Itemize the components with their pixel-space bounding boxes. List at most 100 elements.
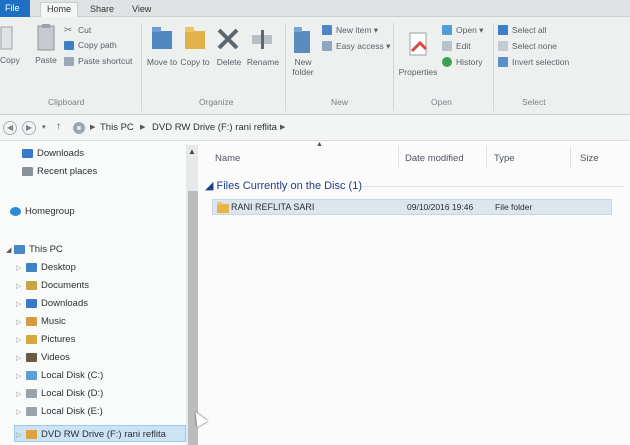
- ribbon-tabs: File Home Share View: [0, 0, 630, 18]
- cut-button[interactable]: Cut: [78, 25, 91, 35]
- invert-selection-button[interactable]: Invert selection: [512, 57, 569, 67]
- column-header-size[interactable]: Size: [580, 153, 598, 164]
- rename-button[interactable]: Rename: [246, 57, 280, 67]
- open-button[interactable]: Open ▾: [456, 25, 483, 36]
- nav-label: DVD RW Drive (F:) rani reflita: [41, 428, 166, 440]
- scroll-up-icon[interactable]: ▲: [188, 147, 196, 156]
- properties-button[interactable]: Properties: [396, 67, 440, 77]
- nav-item-downloads-favorite[interactable]: Downloads: [22, 145, 84, 161]
- nav-label: This PC: [29, 243, 63, 255]
- select-none-button[interactable]: Select none: [512, 41, 557, 51]
- history-icon: [442, 57, 452, 67]
- ribbon-separator: [393, 23, 394, 111]
- nav-label: Downloads: [41, 297, 88, 309]
- forward-button[interactable]: ▶: [22, 121, 36, 135]
- move-to-button[interactable]: Move to: [146, 57, 178, 67]
- rename-icon: [252, 30, 272, 49]
- hard-drive-icon: [26, 406, 37, 416]
- expand-icon[interactable]: ▷: [16, 300, 21, 308]
- paste-button[interactable]: Paste: [33, 55, 59, 65]
- history-button[interactable]: History: [456, 57, 482, 67]
- easy-access-label: Easy access: [336, 41, 384, 51]
- nav-label: Documents: [41, 279, 90, 291]
- new-item-button[interactable]: New item ▾: [336, 25, 378, 36]
- nav-item-pictures[interactable]: Pictures: [26, 331, 75, 347]
- column-separator[interactable]: [398, 146, 399, 168]
- clipboard-group-label: Clipboard: [48, 97, 85, 107]
- expand-icon[interactable]: ▷: [16, 431, 21, 439]
- nav-item-dvd-drive[interactable]: DVD RW Drive (F:) rani reflita: [26, 426, 166, 442]
- table-row[interactable]: RANI REFLITA SARI 09/10/2016 19:46 File …: [212, 199, 612, 215]
- nav-item-homegroup[interactable]: Homegroup: [10, 203, 75, 219]
- nav-item-this-pc[interactable]: This PC: [14, 241, 63, 257]
- nav-label: Downloads: [37, 147, 84, 159]
- nav-item-local-disk-e[interactable]: Local Disk (E:): [26, 403, 103, 419]
- column-header-name[interactable]: Name: [215, 153, 240, 164]
- expand-icon[interactable]: ▷: [16, 264, 21, 272]
- windows-drive-icon: [26, 370, 37, 380]
- folder-icon: [217, 202, 229, 213]
- ribbon-separator: [493, 23, 494, 111]
- tab-view[interactable]: View: [126, 3, 157, 17]
- this-pc-expanded-icon[interactable]: ◢: [6, 246, 11, 254]
- dvd-drive-icon: [26, 429, 37, 439]
- group-title: Files Currently on the Disc (1): [216, 180, 363, 192]
- expand-icon[interactable]: ▷: [16, 408, 21, 416]
- delete-button[interactable]: Delete: [214, 57, 244, 67]
- column-separator[interactable]: [486, 146, 487, 168]
- move-to-icon: [152, 27, 172, 49]
- nav-item-local-disk-d[interactable]: Local Disk (D:): [26, 385, 103, 401]
- nav-item-documents[interactable]: Documents: [26, 277, 89, 293]
- select-group-label: Select: [522, 97, 546, 107]
- copy-path-icon: [64, 41, 74, 50]
- nav-label: Homegroup: [25, 205, 75, 217]
- breadcrumb-dvd-drive[interactable]: DVD RW Drive (F:) rani reflita: [152, 122, 277, 133]
- new-folder-button[interactable]: New folder: [288, 57, 318, 77]
- copy-button[interactable]: Copy: [0, 55, 20, 65]
- paste-shortcut-button[interactable]: Paste shortcut: [78, 56, 132, 66]
- music-icon: [26, 316, 37, 326]
- copy-to-icon: [185, 27, 205, 49]
- column-header-date-modified[interactable]: Date modified: [405, 153, 464, 164]
- new-item-icon: [322, 25, 332, 35]
- ribbon-separator: [285, 23, 286, 111]
- copy-path-button[interactable]: Copy path: [78, 40, 117, 50]
- expand-icon[interactable]: ▷: [16, 390, 21, 398]
- copy-to-button[interactable]: Copy to: [180, 57, 210, 67]
- recent-locations-icon[interactable]: ▾: [42, 123, 46, 131]
- up-button[interactable]: ↑: [56, 121, 61, 132]
- select-none-icon: [498, 41, 508, 51]
- nav-label: Pictures: [41, 333, 76, 345]
- nav-label: Recent places: [37, 165, 98, 177]
- group-header[interactable]: ◢ Files Currently on the Disc (1): [205, 179, 362, 192]
- column-header-type[interactable]: Type: [494, 153, 515, 164]
- easy-access-button[interactable]: Easy access ▾: [336, 41, 390, 52]
- ribbon: Copy Paste ✂ Cut Copy path Paste shortcu…: [0, 17, 630, 115]
- tab-home[interactable]: Home: [40, 2, 79, 18]
- nav-item-videos[interactable]: Videos: [26, 349, 70, 365]
- homegroup-icon: [10, 206, 21, 216]
- expand-icon[interactable]: ▷: [16, 372, 21, 380]
- nav-item-desktop[interactable]: Desktop: [26, 259, 76, 275]
- nav-item-recent-places[interactable]: Recent places: [22, 163, 97, 179]
- expand-icon[interactable]: ▷: [16, 336, 21, 344]
- nav-item-music[interactable]: Music: [26, 313, 66, 329]
- column-separator[interactable]: [570, 146, 571, 168]
- nav-label: Local Disk (E:): [41, 405, 103, 417]
- tab-share[interactable]: Share: [84, 3, 120, 17]
- select-all-icon: [498, 25, 508, 35]
- expand-icon[interactable]: ▷: [16, 318, 21, 326]
- back-button[interactable]: ◀: [3, 121, 17, 135]
- expand-icon[interactable]: ▷: [16, 282, 21, 290]
- edit-button[interactable]: Edit: [456, 41, 471, 51]
- tab-file[interactable]: File: [0, 0, 30, 17]
- computer-icon: [14, 244, 25, 254]
- expand-icon[interactable]: ▷: [16, 354, 21, 362]
- nav-item-local-disk-c[interactable]: Local Disk (C:): [26, 367, 103, 383]
- breadcrumb-this-pc[interactable]: This PC: [100, 122, 134, 133]
- downloads-icon: [22, 148, 33, 158]
- nav-scrollbar-thumb[interactable]: [188, 191, 198, 445]
- select-all-button[interactable]: Select all: [512, 25, 547, 35]
- nav-item-downloads[interactable]: Downloads: [26, 295, 88, 311]
- invert-selection-icon: [498, 57, 508, 67]
